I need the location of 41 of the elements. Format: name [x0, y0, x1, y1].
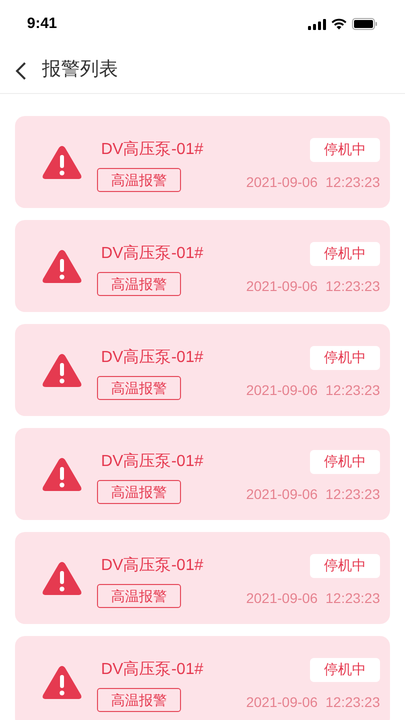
- status-label: 停机中: [310, 658, 380, 682]
- alarm-card[interactable]: DV高压泵-01# 高温报警 停机中 2021-09-06 12:23:23: [15, 116, 390, 208]
- page-title: 报警列表: [42, 58, 118, 82]
- alarm-tag: 高温报警: [97, 688, 181, 712]
- alarm-card[interactable]: DV高压泵-01# 高温报警 停机中 2021-09-06 12:23:23: [15, 532, 390, 624]
- status-time: 9:41: [27, 14, 58, 34]
- device-name: DV高压泵-01#: [100, 140, 204, 160]
- alarm-time: 2021-09-06 12:23:23: [246, 172, 380, 192]
- status-label: 停机中: [310, 242, 380, 266]
- alarm-time: 2021-09-06 12:23:23: [246, 692, 380, 712]
- alarm-time: 2021-09-06 12:23:23: [246, 276, 380, 296]
- status-label: 停机中: [310, 554, 380, 578]
- status-label: 停机中: [310, 346, 380, 370]
- signal-icon: [308, 18, 326, 30]
- alarm-tag: 高温报警: [97, 168, 181, 192]
- alarm-card[interactable]: DV高压泵-01# 高温报警 停机中 2021-09-06 12:23:23: [15, 428, 390, 520]
- alarm-card[interactable]: DV高压泵-01# 高温报警 停机中 2021-09-06 12:23:23: [15, 220, 390, 312]
- alarm-tag: 高温报警: [97, 480, 181, 504]
- device-name: DV高压泵-01#: [100, 556, 204, 576]
- status-label: 停机中: [310, 450, 380, 474]
- warning-icon: [41, 664, 83, 700]
- wifi-icon: [331, 18, 347, 30]
- warning-icon: [41, 144, 83, 180]
- alarm-time: 2021-09-06 12:23:23: [246, 380, 380, 400]
- device-name: DV高压泵-01#: [100, 244, 204, 264]
- device-name: DV高压泵-01#: [100, 660, 204, 680]
- alarm-time: 2021-09-06 12:23:23: [246, 484, 380, 504]
- device-name: DV高压泵-01#: [100, 452, 204, 472]
- warning-icon: [41, 456, 83, 492]
- alarm-card[interactable]: DV高压泵-01# 高温报警 停机中 2021-09-06 12:23:23: [15, 324, 390, 416]
- alarm-tag: 高温报警: [97, 376, 181, 400]
- warning-icon: [41, 352, 83, 388]
- alarm-time: 2021-09-06 12:23:23: [246, 588, 380, 608]
- device-name: DV高压泵-01#: [100, 348, 204, 368]
- alarm-card[interactable]: DV高压泵-01# 高温报警 停机中 2021-09-06 12:23:23: [15, 636, 390, 720]
- warning-icon: [41, 248, 83, 284]
- alarm-tag: 高温报警: [97, 584, 181, 608]
- battery-icon: [352, 18, 378, 30]
- warning-icon: [41, 560, 83, 596]
- alarm-tag: 高温报警: [97, 272, 181, 296]
- status-label: 停机中: [310, 138, 380, 162]
